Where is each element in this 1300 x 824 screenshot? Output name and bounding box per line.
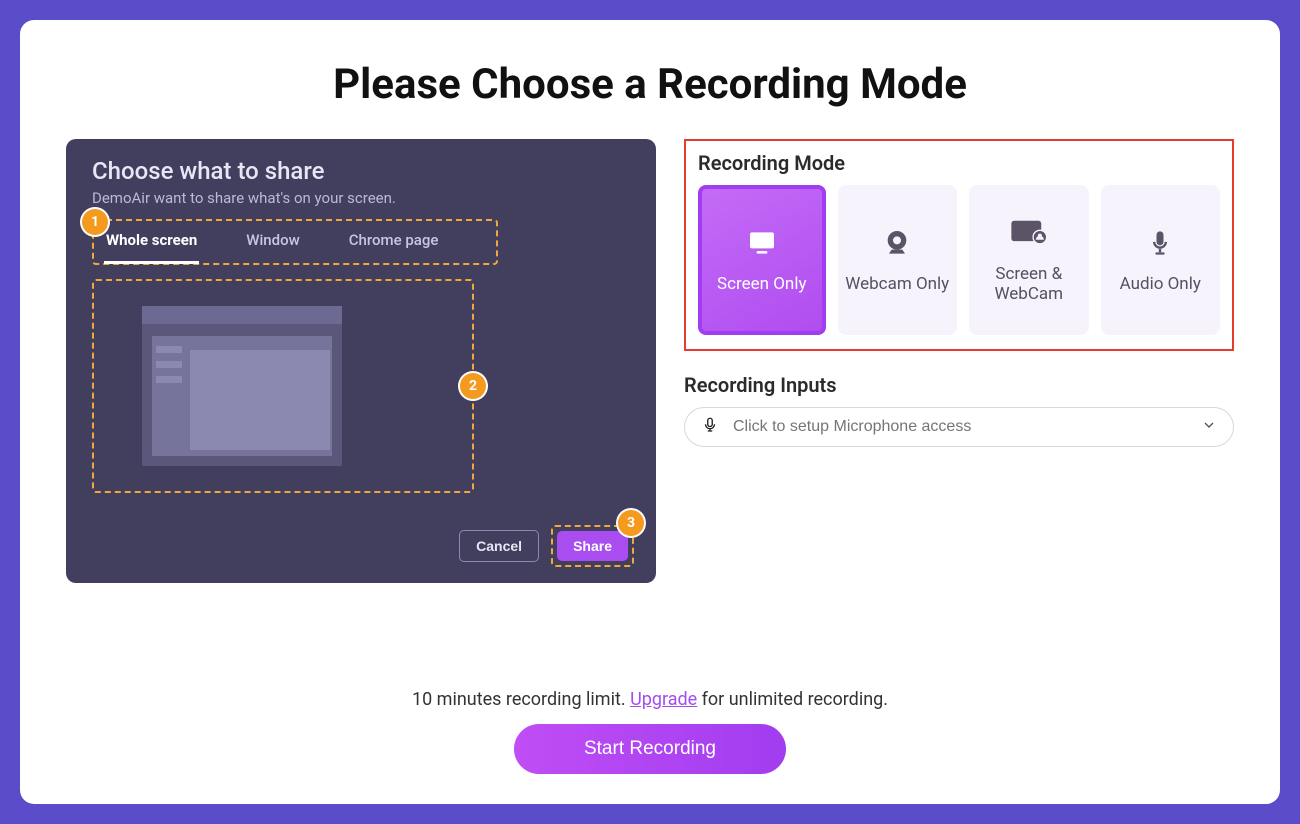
microphone-input[interactable] [733,418,1187,436]
mode-audio-only[interactable]: Audio Only [1101,185,1221,335]
mode-screen-webcam[interactable]: Screen & WebCam [969,185,1089,335]
start-recording-button[interactable]: Start Recording [514,724,786,774]
screen-webcam-icon [1010,216,1048,250]
mode-label: Webcam Only [845,274,949,294]
mode-label: Screen & WebCam [975,264,1083,304]
share-tabs: 1 Whole screen Window Chrome page [92,219,498,265]
tab-whole-screen[interactable]: Whole screen [104,227,199,264]
cancel-button[interactable]: Cancel [459,530,539,562]
mode-label: Screen Only [717,274,807,294]
recording-mode-section: Recording Mode Screen Only Webcam Only [684,139,1234,351]
limit-post: for unlimited recording. [702,689,888,710]
limit-text: 10 minutes recording limit. Upgrade for … [66,689,1234,710]
share-heading: Choose what to share [92,157,630,185]
tab-chrome-page[interactable]: Chrome page [347,227,441,261]
step-badge-1: 1 [82,209,108,235]
share-subheading: DemoAir want to share what's on your scr… [92,189,630,207]
screen-thumbnail-icon [142,306,342,466]
step-badge-3: 3 [618,510,644,536]
step-badge-2: 2 [460,373,486,399]
mode-label: Audio Only [1120,274,1201,294]
monitor-icon [743,226,781,260]
upgrade-link[interactable]: Upgrade [630,689,697,710]
chevron-down-icon [1201,417,1217,437]
recording-mode-label: Recording Mode [698,151,1220,175]
recording-inputs-label: Recording Inputs [684,373,1234,397]
share-preview-panel: Choose what to share DemoAir want to sha… [66,139,656,583]
limit-pre: 10 minutes recording limit. [412,689,630,710]
mode-webcam-only[interactable]: Webcam Only [838,185,958,335]
share-button[interactable]: Share [557,531,628,561]
webcam-icon [878,226,916,260]
microphone-icon [701,416,719,438]
tab-window[interactable]: Window [244,227,301,261]
microphone-icon [1141,226,1179,260]
share-button-highlight: 3 Share [551,525,634,567]
page-title: Please Choose a Recording Mode [66,60,1234,109]
screen-preview-area[interactable]: 2 [92,279,474,493]
mode-screen-only[interactable]: Screen Only [698,185,826,335]
microphone-selector[interactable] [684,407,1234,447]
